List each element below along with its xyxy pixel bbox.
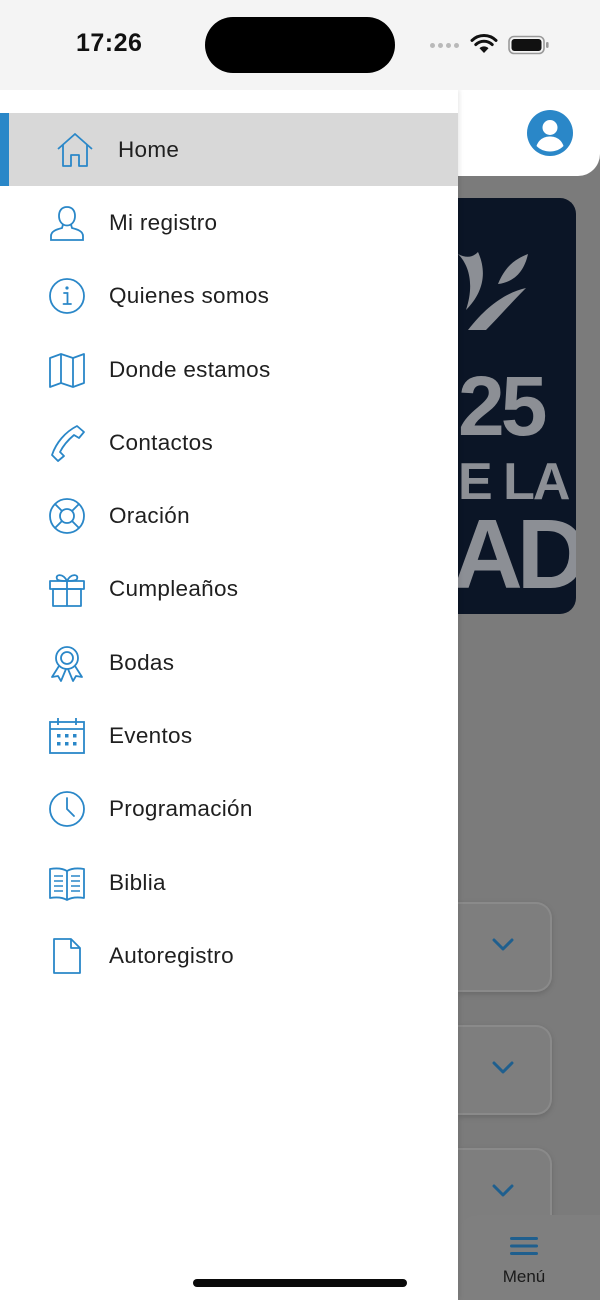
drawer-item-donde-estamos[interactable]: Donde estamos (0, 333, 458, 406)
app-header (458, 90, 600, 176)
clock-icon (46, 788, 88, 830)
accordion-item[interactable] (458, 1025, 552, 1115)
cellular-signal-icon (430, 40, 462, 50)
drawer-item-label: Autoregistro (109, 942, 234, 968)
drawer-item-label: Mi registro (109, 209, 218, 235)
chevron-down-icon (492, 938, 514, 951)
book-icon (46, 862, 88, 904)
drawer-item-bodas[interactable]: Bodas (0, 626, 458, 699)
info-icon (46, 275, 88, 317)
drawer-item-label: Home (118, 136, 180, 162)
drawer-item-eventos[interactable]: Eventos (0, 699, 458, 772)
hamburger-menu-icon[interactable] (510, 1235, 538, 1257)
drawer-item-quienes-somos[interactable]: Quienes somos (0, 260, 458, 333)
bottom-tab-bar: Menú (458, 1215, 600, 1300)
drawer-menu-list: Home Mi registro Quienes somos Donde est… (0, 113, 458, 993)
banner-number: 25 (458, 359, 547, 453)
document-icon (46, 935, 88, 977)
battery-icon (508, 35, 549, 55)
menu-tab-label[interactable]: Menú (458, 1267, 590, 1287)
map-icon (46, 349, 88, 391)
calendar-icon (46, 715, 88, 757)
phone-icon (46, 422, 88, 464)
status-bar: 17:26 (0, 0, 600, 90)
chevron-down-icon (492, 1061, 514, 1074)
home-indicator[interactable] (193, 1279, 407, 1287)
drawer-item-label: Cumpleaños (109, 576, 239, 602)
drawer-item-programacion[interactable]: Programación (0, 773, 458, 846)
user-icon (46, 202, 88, 244)
drawer-item-label: Quienes somos (109, 283, 270, 309)
dove-logo-icon (458, 252, 528, 330)
banner-text-line3: AD (458, 499, 576, 609)
home-icon (54, 129, 96, 171)
side-drawer: Home Mi registro Quienes somos Donde est… (0, 90, 458, 1300)
drawer-item-label: Biblia (109, 869, 166, 895)
wifi-icon (470, 33, 498, 53)
drawer-item-biblia[interactable]: Biblia (0, 846, 458, 919)
status-time: 17:26 (76, 29, 143, 57)
promo-banner[interactable]: 25 E LA AD (458, 198, 576, 614)
drawer-item-label: Donde estamos (109, 356, 271, 382)
drawer-item-home[interactable]: Home (0, 113, 458, 187)
gift-icon (46, 568, 88, 610)
lifebuoy-icon (46, 495, 88, 537)
drawer-item-label: Programación (109, 796, 253, 822)
profile-icon[interactable] (526, 109, 574, 157)
drawer-item-label: Oración (109, 503, 190, 529)
drawer-item-autoregistro[interactable]: Autoregistro (0, 919, 458, 992)
drawer-item-label: Eventos (109, 723, 193, 749)
drawer-item-cumpleanos[interactable]: Cumpleaños (0, 553, 458, 626)
drawer-item-label: Contactos (109, 429, 214, 455)
app-background-overlay[interactable]: 25 E LA AD Menú (458, 90, 600, 1300)
drawer-item-mi-registro[interactable]: Mi registro (0, 186, 458, 259)
drawer-item-oracion[interactable]: Oración (0, 479, 458, 552)
drawer-item-contactos[interactable]: Contactos (0, 406, 458, 479)
award-ribbon-icon (46, 642, 88, 684)
drawer-item-label: Bodas (109, 649, 175, 675)
dynamic-island (205, 17, 395, 73)
chevron-down-icon (492, 1184, 514, 1197)
accordion-item[interactable] (458, 902, 552, 992)
